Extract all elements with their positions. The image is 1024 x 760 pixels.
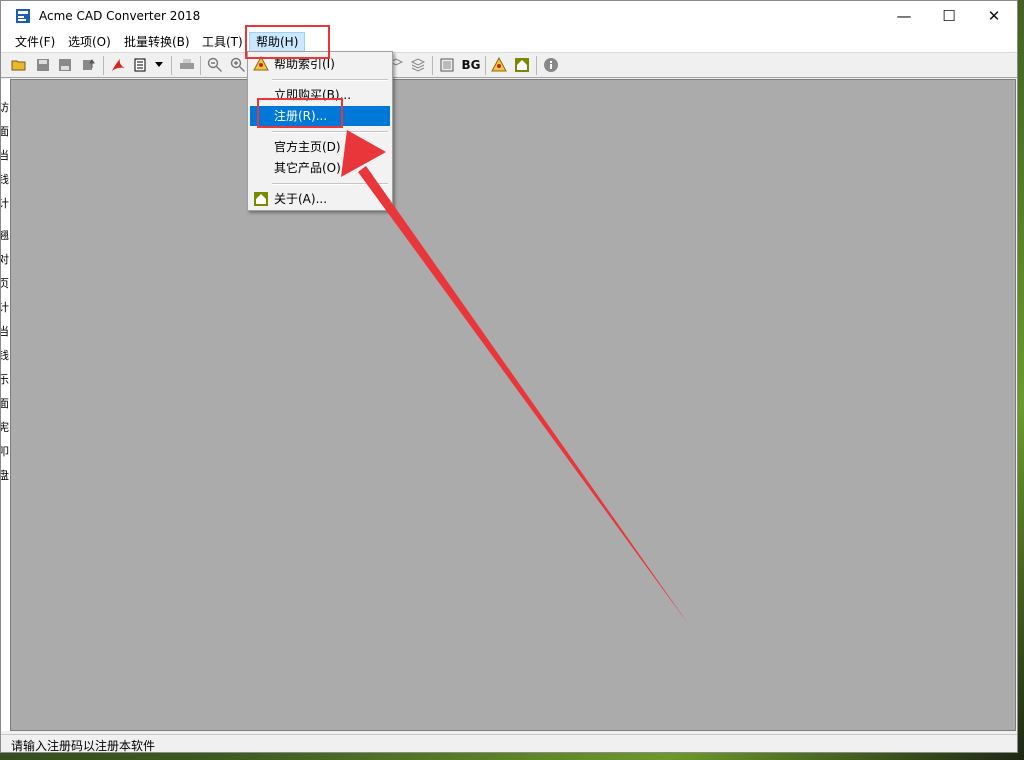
side-char: 叩 [1,443,9,459]
status-bar: 请输入注册码以注册本软件 [1,734,1017,753]
maximize-button[interactable]: ☐ [926,1,972,31]
toolbar-separator [171,56,172,75]
menu-separator [272,131,388,133]
toolbar-separator [103,56,104,75]
side-char: 页 [1,275,9,291]
home-icon[interactable] [513,56,531,74]
toolbar-separator [432,56,433,75]
help-book-icon[interactable] [490,56,508,74]
menu-separator [272,183,388,185]
title-bar[interactable]: Acme CAD Converter 2018 — ☐ ✕ [1,1,1017,31]
toolbar-separator [536,56,537,75]
open-folder-icon[interactable] [10,56,28,74]
menu-item-homepage[interactable]: 官方主页(D) [250,137,390,157]
side-char: 宪 [1,419,9,435]
toolbar: BG [1,52,1017,78]
zoom-out-icon[interactable] [206,56,224,74]
pdf-icon[interactable] [109,56,127,74]
home-icon [254,192,268,206]
side-char: 面 [1,123,9,139]
side-char: 翘 [1,227,9,243]
close-button[interactable]: ✕ [971,1,1017,31]
help-menu-dropdown: 帮助索引(I) 立即购买(B)... 注册(R)... 官方主页(D) 其它产品… [247,51,393,211]
side-char: 盘 [1,467,9,483]
toolbar-separator [485,56,486,75]
annotation-box-help-menu [245,25,330,59]
minimize-button[interactable]: — [881,1,927,31]
side-char: 当 [1,147,9,163]
annotation-box-register [257,98,343,128]
menu-item-other-products[interactable]: 其它产品(O) [250,158,390,178]
toolbar-separator [200,56,201,75]
side-char: 当 [1,323,9,339]
menu-file[interactable]: 文件(F) [9,33,61,51]
side-char: 面 [1,395,9,411]
side-char: 计 [1,195,9,211]
print-icon[interactable] [178,56,196,74]
menu-separator [272,79,388,81]
side-char: 访 [1,99,9,115]
app-icon [16,9,30,23]
menu-tools[interactable]: 工具(T) [196,33,249,51]
menu-item-about[interactable]: 关于(A)... [250,189,390,209]
background-image-icon[interactable] [438,56,456,74]
print-setup-icon[interactable] [132,56,150,74]
menu-batch-convert[interactable]: 批量转换(B) [118,33,196,51]
save-icon[interactable] [34,56,52,74]
window-title: Acme CAD Converter 2018 [39,9,201,23]
left-side-panel: 访 面 当 钱 计 翘 对 页 计 当 钱 乐 面 宪 叩 盘 [1,79,10,731]
side-char: 钱 [1,347,9,363]
side-char: 乐 [1,371,9,387]
app-window: Acme CAD Converter 2018 — ☐ ✕ 文件(F) 选项(O… [0,0,1018,753]
bg-color-button[interactable]: BG [460,56,482,74]
side-char: 钱 [1,171,9,187]
menu-bar: 文件(F) 选项(O) 批量转换(B) 工具(T) 帮助(H) [1,31,1017,52]
side-char: 对 [1,251,9,267]
status-text: 请输入注册码以注册本软件 [11,739,156,753]
save-all-icon[interactable] [56,56,74,74]
layer-stack-icon[interactable] [409,56,427,74]
drawing-workspace[interactable] [10,79,1016,731]
menu-options[interactable]: 选项(O) [62,33,117,51]
export-icon[interactable] [80,56,98,74]
side-char: 计 [1,299,9,315]
chevron-down-icon[interactable] [153,56,165,74]
info-icon[interactable] [542,56,560,74]
